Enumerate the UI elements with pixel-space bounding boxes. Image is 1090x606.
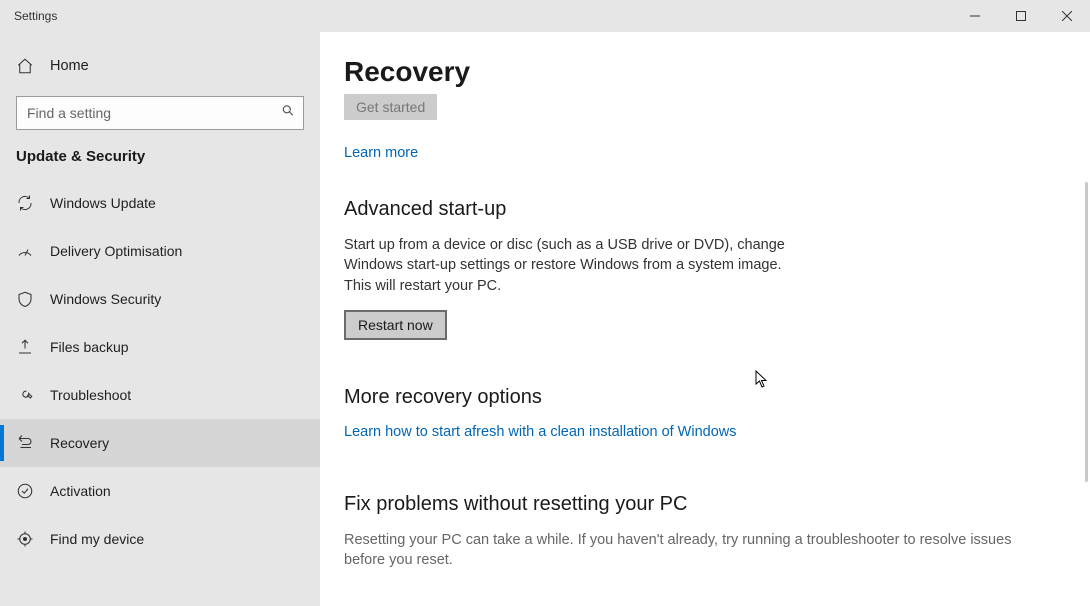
- fix-problems-heading: Fix problems without resetting your PC: [344, 493, 1050, 516]
- sidebar-item-recovery[interactable]: Recovery: [0, 419, 320, 467]
- advanced-startup-body: Start up from a device or disc (such as …: [344, 235, 804, 296]
- sidebar-section-header: Update & Security: [0, 148, 320, 179]
- titlebar: Settings: [0, 0, 1090, 32]
- activation-icon: [16, 482, 34, 500]
- page-title: Recovery: [344, 56, 1050, 88]
- sync-icon: [16, 194, 34, 212]
- fresh-install-link[interactable]: Learn how to start afresh with a clean i…: [344, 424, 737, 440]
- sidebar-item-troubleshoot[interactable]: Troubleshoot: [0, 371, 320, 419]
- restart-now-button[interactable]: Restart now: [344, 310, 447, 340]
- backup-icon: [16, 338, 34, 356]
- search-icon: [281, 104, 295, 123]
- sidebar-item-label: Delivery Optimisation: [50, 243, 182, 259]
- sidebar: Home Update & Security Windows Update De…: [0, 32, 320, 606]
- gauge-icon: [16, 242, 34, 260]
- locate-icon: [16, 530, 34, 548]
- sidebar-item-windows-update[interactable]: Windows Update: [0, 179, 320, 227]
- minimize-button[interactable]: [952, 0, 998, 32]
- sidebar-item-label: Activation: [50, 483, 111, 499]
- sidebar-item-activation[interactable]: Activation: [0, 467, 320, 515]
- home-icon: [16, 57, 34, 75]
- search-box[interactable]: [16, 96, 304, 130]
- sidebar-home[interactable]: Home: [0, 44, 320, 88]
- advanced-startup-heading: Advanced start-up: [344, 198, 1050, 221]
- sidebar-item-label: Troubleshoot: [50, 387, 131, 403]
- more-recovery-heading: More recovery options: [344, 386, 1050, 409]
- window-title-text: Settings: [14, 9, 57, 23]
- window-controls: [952, 0, 1090, 32]
- sidebar-item-label: Files backup: [50, 339, 129, 355]
- search-container: [16, 96, 304, 130]
- fix-problems-body: Resetting your PC can take a while. If y…: [344, 530, 1044, 571]
- sidebar-item-files-backup[interactable]: Files backup: [0, 323, 320, 371]
- sidebar-home-label: Home: [50, 58, 89, 74]
- search-input[interactable]: [17, 97, 303, 129]
- scrollbar[interactable]: [1085, 182, 1088, 482]
- sidebar-item-delivery-optimisation[interactable]: Delivery Optimisation: [0, 227, 320, 275]
- sidebar-item-label: Find my device: [50, 531, 144, 547]
- sidebar-item-windows-security[interactable]: Windows Security: [0, 275, 320, 323]
- maximize-button[interactable]: [998, 0, 1044, 32]
- learn-more-link[interactable]: Learn more: [344, 145, 418, 161]
- get-started-button[interactable]: Get started: [344, 94, 437, 120]
- recovery-icon: [16, 434, 34, 452]
- wrench-icon: [16, 386, 34, 404]
- sidebar-item-label: Windows Security: [50, 291, 161, 307]
- sidebar-item-label: Recovery: [50, 435, 109, 451]
- content-pane: Recovery Get started Learn more Advanced…: [320, 32, 1090, 606]
- shield-icon: [16, 290, 34, 308]
- sidebar-item-find-my-device[interactable]: Find my device: [0, 515, 320, 563]
- close-button[interactable]: [1044, 0, 1090, 32]
- sidebar-item-label: Windows Update: [50, 195, 156, 211]
